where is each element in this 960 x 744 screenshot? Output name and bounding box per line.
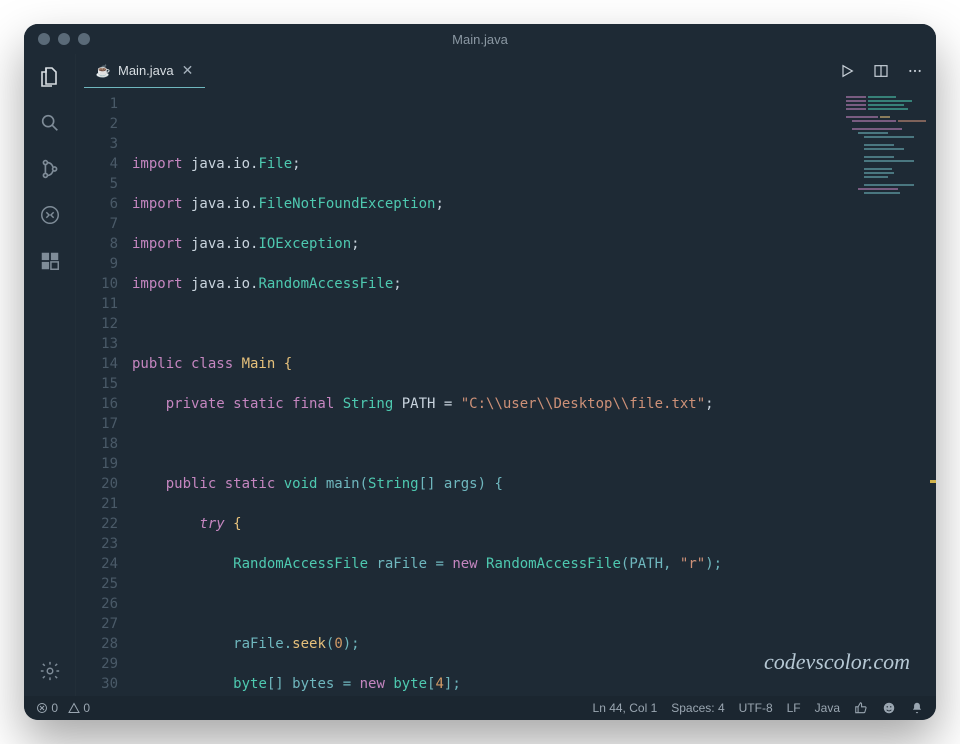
code-editor[interactable]: 123 456 789 101112 131415 161718 192021 … <box>76 88 936 696</box>
overview-ruler-marker <box>930 480 936 483</box>
window-title: Main.java <box>24 32 936 47</box>
editor-actions <box>838 54 924 88</box>
minimize-window-button[interactable] <box>58 33 70 45</box>
search-icon[interactable] <box>37 110 63 136</box>
titlebar: Main.java <box>24 24 936 54</box>
debug-icon[interactable] <box>37 202 63 228</box>
status-warnings[interactable]: 0 <box>68 701 90 715</box>
activity-bar <box>24 54 76 696</box>
status-thumbs-icon[interactable] <box>854 701 868 715</box>
split-editor-icon[interactable] <box>872 62 890 80</box>
status-line-col[interactable]: Ln 44, Col 1 <box>593 701 658 715</box>
line-gutter: 123 456 789 101112 131415 161718 192021 … <box>76 88 132 696</box>
tab-label: Main.java <box>118 63 174 78</box>
settings-gear-icon[interactable] <box>37 658 63 684</box>
status-errors[interactable]: 0 <box>36 701 58 715</box>
more-actions-icon[interactable] <box>906 62 924 80</box>
status-language[interactable]: Java <box>815 701 840 715</box>
editor-window: Main.java <box>24 24 936 720</box>
status-feedback-icon[interactable] <box>882 701 896 715</box>
status-bell-icon[interactable] <box>910 701 924 715</box>
minimap[interactable] <box>846 94 930 204</box>
close-window-button[interactable] <box>38 33 50 45</box>
java-file-icon: ☕ <box>96 64 110 78</box>
zoom-window-button[interactable] <box>78 33 90 45</box>
status-encoding[interactable]: UTF-8 <box>739 701 773 715</box>
explorer-icon[interactable] <box>37 64 63 90</box>
run-icon[interactable] <box>838 62 856 80</box>
code-content[interactable]: import java.io.File; import java.io.File… <box>132 88 936 696</box>
status-indent[interactable]: Spaces: 4 <box>671 701 724 715</box>
status-eol[interactable]: LF <box>787 701 801 715</box>
extensions-icon[interactable] <box>37 248 63 274</box>
tab-close-icon[interactable]: ✕ <box>182 62 194 79</box>
tab-main-java[interactable]: ☕ Main.java ✕ <box>84 54 205 88</box>
tab-bar: ☕ Main.java ✕ <box>76 54 936 88</box>
window-controls <box>38 33 90 45</box>
source-control-icon[interactable] <box>37 156 63 182</box>
status-bar: 0 0 Ln 44, Col 1 Spaces: 4 UTF-8 LF Java <box>24 696 936 720</box>
